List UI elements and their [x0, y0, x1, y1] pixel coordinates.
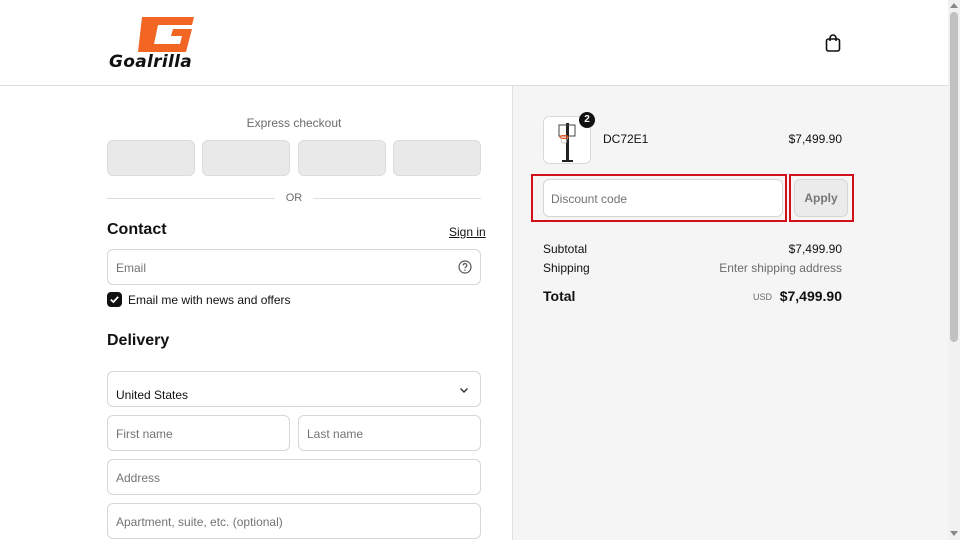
express-pay-button-1[interactable]: [107, 140, 195, 176]
shopping-bag-icon[interactable]: [823, 33, 843, 53]
or-label: OR: [285, 192, 303, 204]
subtotal-label: Subtotal: [543, 242, 588, 256]
express-pay-button-2[interactable]: [202, 140, 290, 176]
express-pay-button-3[interactable]: [298, 140, 386, 176]
total-currency: USD: [752, 292, 772, 302]
first-name-placeholder: First name: [116, 427, 173, 441]
order-summary: 2 DC72E1 $7,499.90 Discount code Apply S…: [512, 86, 948, 540]
newsletter-checkbox[interactable]: [107, 292, 122, 307]
express-checkout-title: Express checkout: [246, 116, 342, 130]
logo-wordmark: Goalrilla: [109, 52, 192, 72]
checkout-form: Express checkout OR Contact Sign in Emai…: [0, 86, 512, 540]
address-placeholder: Address: [116, 471, 161, 485]
first-name-field[interactable]: First name: [107, 415, 290, 451]
total-label: Total: [543, 288, 576, 304]
scroll-down-arrow-icon[interactable]: [950, 531, 958, 536]
address-field[interactable]: Address: [107, 459, 481, 495]
apartment-field[interactable]: Apartment, suite, etc. (optional): [107, 503, 481, 539]
quantity-badge: 2: [579, 112, 595, 128]
chevron-down-icon: [460, 388, 468, 393]
discount-code-input[interactable]: Discount code: [543, 179, 783, 217]
delivery-title: Delivery: [107, 332, 170, 349]
country-select[interactable]: United States: [107, 371, 481, 407]
subtotal-value: $7,499.90: [788, 242, 842, 256]
scroll-up-arrow-icon[interactable]: [950, 3, 958, 8]
last-name-field[interactable]: Last name: [298, 415, 481, 451]
newsletter-label: Email me with news and offers: [128, 293, 291, 307]
logo-mark-icon: [138, 17, 194, 52]
apply-button[interactable]: Apply: [794, 179, 848, 217]
product-name: DC72E1: [603, 132, 649, 146]
shipping-label: Shipping: [543, 261, 590, 275]
apartment-placeholder: Apartment, suite, etc. (optional): [116, 515, 283, 529]
checkmark-icon: [110, 296, 119, 304]
country-value: United States: [116, 388, 189, 402]
site-header: Goalrilla: [0, 0, 948, 86]
sign-in-link[interactable]: Sign in: [449, 225, 486, 239]
email-field[interactable]: Email: [107, 249, 481, 285]
email-placeholder: Email: [116, 261, 147, 275]
page-scrollbar[interactable]: [948, 0, 960, 540]
scrollbar-thumb[interactable]: [950, 12, 958, 342]
discount-placeholder: Discount code: [551, 192, 628, 206]
or-divider: OR: [107, 192, 481, 204]
shipping-value: Enter shipping address: [719, 261, 842, 275]
last-name-placeholder: Last name: [307, 427, 364, 441]
express-pay-button-4[interactable]: [393, 140, 481, 176]
total-value: $7,499.90: [779, 288, 842, 304]
help-icon[interactable]: [458, 260, 472, 274]
product-price: $7,499.90: [788, 132, 842, 146]
contact-title: Contact: [107, 221, 167, 238]
goalrilla-logo[interactable]: Goalrilla: [109, 15, 221, 72]
